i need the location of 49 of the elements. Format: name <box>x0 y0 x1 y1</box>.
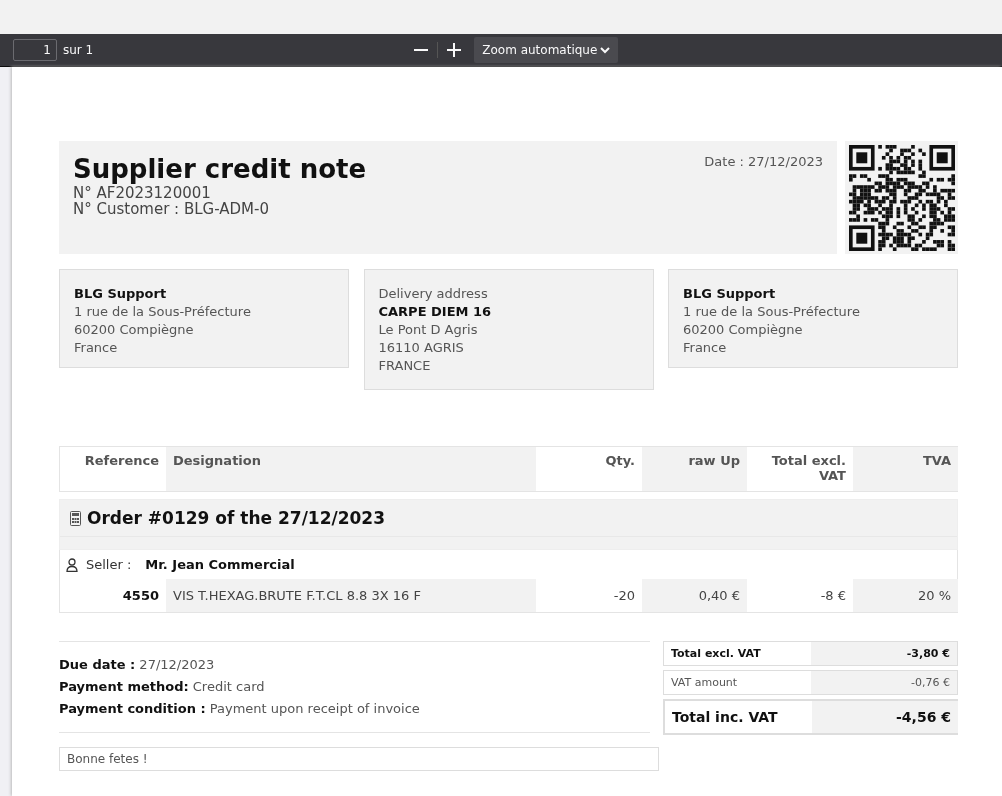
chevron-down-icon <box>600 46 611 54</box>
total-label: VAT amount <box>670 675 739 691</box>
reference-cell-text: 4550 <box>121 587 160 605</box>
document-title: Supplier credit note <box>73 153 367 185</box>
customer-number: N° Customer : BLG-ADM-0 <box>73 201 270 217</box>
total-cell-text: -8 € <box>819 587 847 605</box>
total-label: Total inc. VAT <box>671 708 779 727</box>
address-line: 60200 Compiègne <box>74 321 195 339</box>
page-number-field[interactable]: 1 <box>13 39 57 61</box>
address-name: BLG Support <box>683 285 777 303</box>
payment-info: Payment method: Credit card <box>59 678 266 696</box>
address-line: 16110 AGRIS <box>378 339 465 357</box>
seller-name: Mr. Jean Commercial <box>145 557 295 572</box>
zoom-dropdown[interactable]: Zoom automatique <box>474 37 619 63</box>
designation-cell: VIS T.HEXAG.BRUTE F.T.CL 8.8 3X 16 F <box>166 579 536 612</box>
total-value: -4,56 € <box>812 701 958 733</box>
column-header: Qty. <box>604 452 636 470</box>
address-name: CARPE DIEM 16 <box>378 303 493 321</box>
payment-info: Due date : 27/12/2023 <box>59 656 216 674</box>
person-icon <box>66 557 78 572</box>
address-line: FRANCE <box>378 357 432 375</box>
address-name: BLG Support <box>74 285 168 303</box>
order-title: Order #0129 of the 27/12/2023 <box>87 508 386 528</box>
address-line: 1 rue de la Sous-Préfecture <box>683 303 861 321</box>
calculator-icon <box>70 510 81 526</box>
total-value: -3,80 € <box>811 642 957 665</box>
column-header: Designation <box>166 447 536 491</box>
total-label: Total excl. VAT <box>670 646 762 662</box>
address-label: Delivery address <box>378 285 489 303</box>
address-line: Le Pont D Agris <box>378 321 479 339</box>
unit-price-cell: 0,40 € <box>642 579 747 612</box>
column-header: raw Up <box>642 447 747 491</box>
column-header: Reference <box>83 452 160 470</box>
address-line: 60200 Compiègne <box>683 321 804 339</box>
total-value: -0,76 € <box>811 671 957 694</box>
column-header: TVA <box>853 447 958 491</box>
payment-info: Payment condition : Payment upon receipt of invoice <box>59 700 421 718</box>
note-field: Bonne fetes ! <box>59 747 659 771</box>
quantity-cell-text: -20 <box>612 587 636 605</box>
address-line: France <box>683 339 728 357</box>
page-count: sur 1 <box>63 43 94 57</box>
column-header: Total excl. VAT <box>770 452 847 485</box>
document-date: Date : 27/12/2023 <box>704 154 823 169</box>
address-line: 1 rue de la Sous-Préfecture <box>74 303 252 321</box>
seller-label: Seller : <box>86 557 132 572</box>
address-line: France <box>74 339 119 357</box>
document-number: N° AF2023120001 <box>73 185 212 201</box>
tax-rate-cell: 20 % <box>853 579 958 612</box>
plus-icon <box>447 43 462 57</box>
